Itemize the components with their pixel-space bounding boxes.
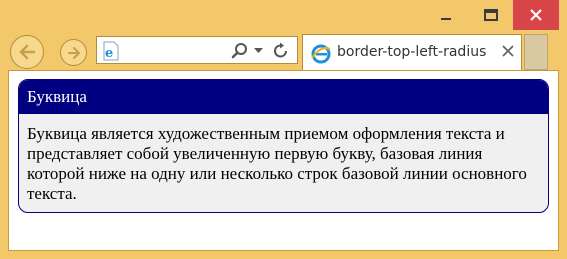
drop-cap-panel: Буквица Буквица является художественным …: [18, 79, 549, 213]
address-bar[interactable]: e: [96, 36, 298, 64]
window-controls: [423, 0, 559, 30]
navigation-bar: e border-top-left-radius: [0, 30, 567, 70]
tab-border-top-left-radius[interactable]: border-top-left-radius: [302, 34, 522, 70]
close-icon: [530, 9, 542, 21]
maximize-icon: [483, 9, 498, 21]
minimize-button[interactable]: [423, 0, 468, 30]
new-tab-button[interactable]: [524, 34, 548, 70]
tab-title: border-top-left-radius: [337, 44, 487, 60]
close-window-button[interactable]: [513, 0, 559, 30]
browser-window: e border-top-left-radius Буквица Буквица…: [0, 0, 567, 259]
ie-page-icon: e: [103, 41, 119, 61]
maximize-button[interactable]: [468, 0, 513, 30]
panel-title: Буквица: [19, 80, 548, 114]
back-button[interactable]: [10, 35, 44, 69]
forward-button[interactable]: [60, 39, 87, 66]
panel-text: Буквица является художественным приемом …: [27, 124, 527, 203]
arrow-left-icon: [19, 44, 36, 60]
chevron-down-icon[interactable]: [254, 48, 263, 54]
svg-text:e: e: [105, 46, 113, 61]
minimize-icon: [440, 18, 451, 20]
close-icon[interactable]: [502, 45, 514, 57]
search-icon[interactable]: [231, 42, 249, 60]
ie-icon: [311, 44, 331, 64]
arrow-right-icon: [67, 46, 80, 59]
refresh-icon[interactable]: [273, 42, 289, 60]
page-viewport: Буквица Буквица является художественным …: [8, 70, 559, 251]
